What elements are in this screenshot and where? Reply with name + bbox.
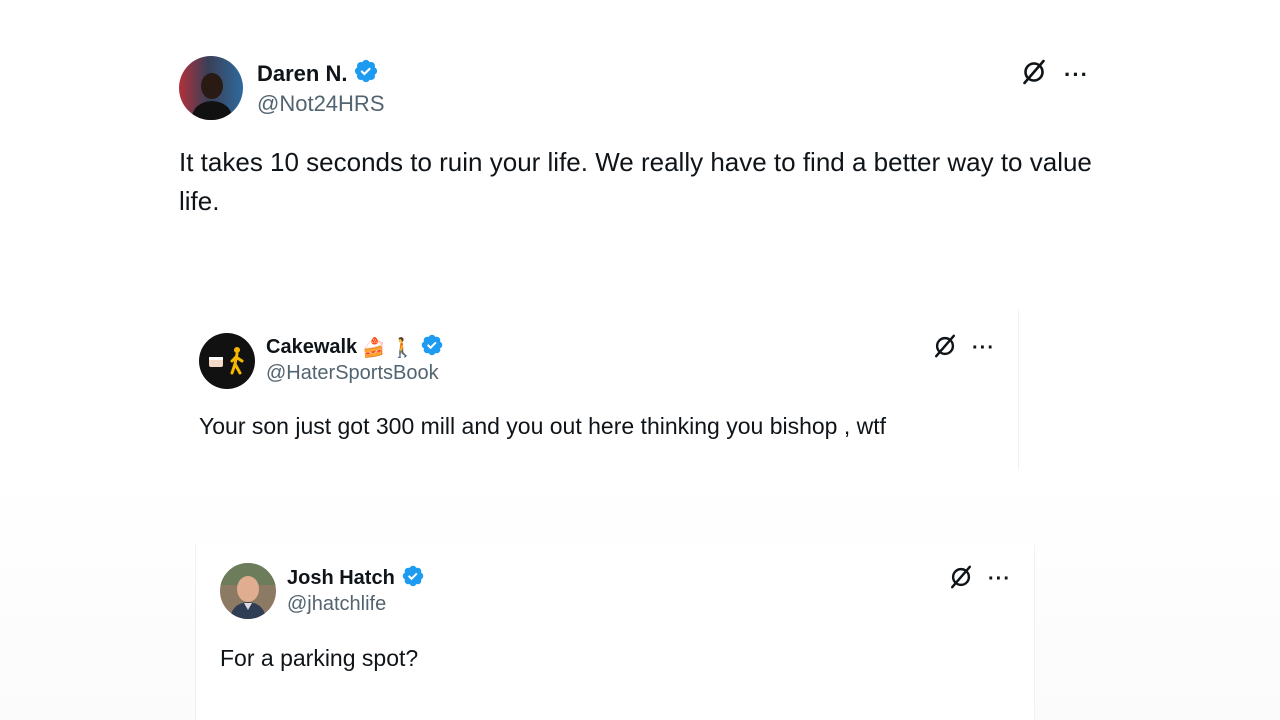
- author-name[interactable]: Cakewalk: [266, 336, 357, 359]
- post-actions: ···: [948, 564, 1011, 595]
- post-actions: ···: [1020, 58, 1089, 91]
- avatar[interactable]: [220, 563, 276, 619]
- grok-icon[interactable]: [1020, 58, 1048, 91]
- post-text: It takes 10 seconds to ruin your life. W…: [179, 147, 1092, 216]
- grok-icon[interactable]: [932, 333, 958, 364]
- verified-badge-icon: [401, 564, 425, 593]
- more-options-icon[interactable]: ···: [972, 337, 995, 360]
- post-text: For a parking spot?: [220, 645, 419, 671]
- avatar[interactable]: [199, 333, 255, 389]
- walking-person-emoji-icon: 🚶: [390, 337, 415, 359]
- grok-icon[interactable]: [948, 564, 974, 595]
- more-options-icon[interactable]: ···: [1064, 62, 1089, 88]
- cake-emoji-icon: 🍰: [362, 337, 386, 359]
- post-text: Your son just got 300 mill and you out h…: [199, 413, 887, 439]
- verified-badge-icon: [420, 333, 444, 362]
- author-handle[interactable]: @jhatchlife: [287, 593, 386, 616]
- post-actions: ···: [932, 333, 995, 364]
- author-name-row: Cakewalk 🍰 🚶: [266, 333, 444, 362]
- author-name-row: Josh Hatch: [287, 564, 425, 593]
- avatar[interactable]: [179, 56, 243, 120]
- author-name-row: Daren N.: [257, 58, 379, 89]
- more-options-icon[interactable]: ···: [988, 568, 1011, 591]
- verified-badge-icon: [353, 58, 379, 89]
- author-handle[interactable]: @HaterSportsBook: [266, 362, 439, 385]
- author-name[interactable]: Josh Hatch: [287, 567, 395, 590]
- author-name[interactable]: Daren N.: [257, 61, 347, 87]
- author-handle[interactable]: @Not24HRS: [257, 91, 385, 117]
